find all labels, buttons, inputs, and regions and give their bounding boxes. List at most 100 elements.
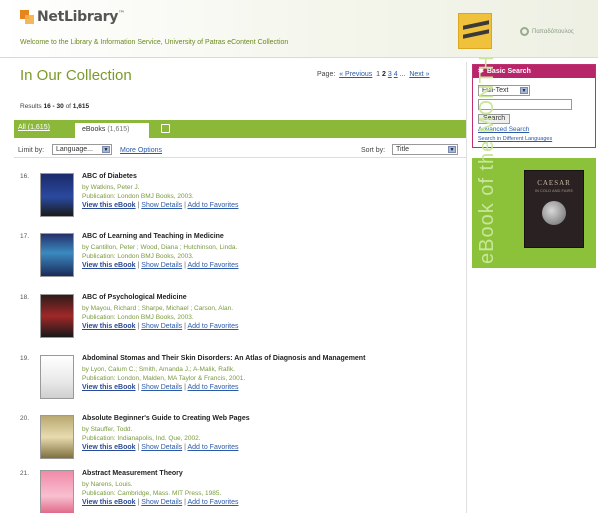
item-publication: Publication: London, Malden, MA Taylor &… — [82, 375, 246, 382]
coin-icon — [542, 201, 566, 225]
site-header: NetLibrary™ Welcome to the Library & Inf… — [0, 0, 598, 58]
netlibrary-logo-icon — [20, 10, 34, 24]
results-total: 1,615 — [72, 103, 90, 110]
separator: | — [137, 444, 140, 451]
pager-page-4[interactable]: 4 — [394, 71, 398, 78]
university-logo-icon — [458, 13, 492, 49]
show-details-link[interactable]: Show Details — [141, 384, 182, 391]
add-to-favorites-link[interactable]: Add to Favorites — [188, 444, 239, 451]
item-number: 19. — [20, 355, 30, 362]
book-cover[interactable] — [40, 294, 74, 338]
pager-next-link[interactable]: Next » — [409, 71, 429, 78]
sort-by-select[interactable]: Title ▼ — [392, 144, 458, 155]
book-cover[interactable] — [40, 470, 74, 513]
view-ebook-link[interactable]: View this eBook — [82, 384, 136, 391]
item-publication: Publication: London BMJ Books, 2003. — [82, 253, 194, 260]
item-number: 18. — [20, 294, 30, 301]
sort-by-label: Sort by: — [361, 147, 386, 154]
item-actions: View this eBook | Show Details | Add to … — [82, 499, 238, 506]
list-item: 21. Abstract Measurement Theory by Naren… — [14, 470, 466, 513]
logo-text: NetLibrary™ — [37, 9, 125, 25]
show-details-link[interactable]: Show Details — [141, 262, 182, 269]
pager-label: Page: — [317, 71, 336, 78]
item-authors: by Watkins, Peter J. — [82, 184, 140, 191]
item-title[interactable]: ABC of Diabetes — [82, 173, 137, 180]
tab-all[interactable]: All (1,615) — [18, 124, 50, 131]
item-actions: View this eBook | Show Details | Add to … — [82, 323, 238, 330]
netlibrary-logo[interactable]: NetLibrary™ — [20, 9, 125, 25]
book-cover[interactable] — [40, 415, 74, 459]
ebook-of-the-month-banner[interactable]: eBook of the MONTH CAESAR IN COLD AND FA… — [472, 54, 596, 268]
separator: | — [184, 323, 186, 330]
pager-page-3[interactable]: 3 — [388, 71, 392, 78]
view-ebook-link[interactable]: View this eBook — [82, 444, 136, 451]
add-to-favorites-link[interactable]: Add to Favorites — [188, 202, 239, 209]
item-authors: by Stauffer, Todd. — [82, 426, 133, 433]
add-to-favorites-link[interactable]: Add to Favorites — [188, 499, 239, 506]
pager-page-1[interactable]: 1 — [376, 71, 380, 78]
ebook-of-the-month-label: eBook of the MONTH — [476, 54, 498, 264]
results-of: of — [65, 103, 71, 110]
item-number: 17. — [20, 233, 30, 240]
main-content: In Our Collection Page: « Previous 1 2 3… — [14, 60, 466, 513]
item-authors: by Narens, Louis. — [82, 481, 133, 488]
separator: | — [184, 262, 186, 269]
filter-bar: Limit by: Language... ▼ More Options Sor… — [14, 142, 466, 158]
item-actions: View this eBook | Show Details | Add to … — [82, 262, 238, 269]
partner-logo: Παπαδόπουλος — [520, 27, 574, 36]
separator: | — [184, 384, 186, 391]
item-authors: by Lyon, Calum C.; Smith, Amanda J.; A-M… — [82, 366, 235, 373]
list-item: 20. Absolute Beginner's Guide to Creatin… — [14, 415, 466, 475]
item-authors: by Cantillon, Peter ; Wood, Diana ; Hutc… — [82, 244, 238, 251]
results-prefix: Results — [20, 103, 42, 110]
show-details-link[interactable]: Show Details — [141, 444, 182, 451]
featured-book-cover[interactable]: CAESAR IN COLD AND FAIRE — [524, 170, 584, 248]
separator: | — [137, 202, 140, 209]
separator: | — [137, 384, 140, 391]
tab-options-icon[interactable] — [161, 124, 170, 133]
add-to-favorites-link[interactable]: Add to Favorites — [188, 384, 239, 391]
item-publication: Publication: London BMJ Books, 2003. — [82, 193, 194, 200]
tab-ebooks[interactable]: eBooks (1,615) — [74, 122, 150, 138]
item-title[interactable]: Absolute Beginner's Guide to Creating We… — [82, 415, 250, 422]
item-publication: Publication: Indianapolis, Ind. Que, 200… — [82, 435, 201, 442]
pager-ellipsis: ... — [399, 71, 406, 78]
separator: | — [184, 499, 186, 506]
item-publication: Publication: Cambridge, Mass. MIT Press,… — [82, 490, 222, 497]
results-range: 16 - 30 — [43, 103, 64, 110]
more-options-link[interactable]: More Options — [120, 147, 162, 154]
view-ebook-link[interactable]: View this eBook — [82, 262, 136, 269]
featured-book-subtitle: IN COLD AND FAIRE — [534, 188, 574, 193]
item-title[interactable]: Abdominal Stomas and Their Skin Disorder… — [82, 355, 365, 362]
item-actions: View this eBook | Show Details | Add to … — [82, 384, 238, 391]
welcome-message: Welcome to the Library & Information Ser… — [20, 39, 289, 46]
item-number: 21. — [20, 470, 30, 477]
view-ebook-link[interactable]: View this eBook — [82, 323, 136, 330]
item-number: 16. — [20, 173, 30, 180]
item-title[interactable]: Abstract Measurement Theory — [82, 470, 183, 477]
item-title[interactable]: ABC of Psychological Medicine — [82, 294, 187, 301]
book-cover[interactable] — [40, 173, 74, 217]
list-item: 18. ABC of Psychological Medicine by May… — [14, 294, 466, 354]
add-to-favorites-link[interactable]: Add to Favorites — [188, 262, 239, 269]
pager-page-current: 2 — [382, 71, 386, 78]
list-item: 17. ABC of Learning and Teaching in Medi… — [14, 233, 466, 293]
item-actions: View this eBook | Show Details | Add to … — [82, 444, 238, 451]
results-summary: Results 16 - 30 of 1,615 — [20, 103, 89, 110]
pager-previous-link[interactable]: « Previous — [339, 71, 372, 78]
book-cover[interactable] — [40, 355, 74, 399]
show-details-link[interactable]: Show Details — [141, 323, 182, 330]
featured-book-title: CAESAR — [537, 179, 571, 187]
add-to-favorites-link[interactable]: Add to Favorites — [188, 323, 239, 330]
show-details-link[interactable]: Show Details — [141, 499, 182, 506]
list-item: 19. Abdominal Stomas and Their Skin Diso… — [14, 355, 466, 415]
column-divider — [466, 62, 467, 513]
limit-by-select[interactable]: Language... ▼ — [52, 144, 112, 155]
view-ebook-link[interactable]: View this eBook — [82, 202, 136, 209]
view-ebook-link[interactable]: View this eBook — [82, 499, 136, 506]
book-cover[interactable] — [40, 233, 74, 277]
page-title: In Our Collection — [20, 67, 132, 84]
show-details-link[interactable]: Show Details — [141, 202, 182, 209]
item-title[interactable]: ABC of Learning and Teaching in Medicine — [82, 233, 224, 240]
pagination: Page: « Previous 1 2 3 4 ... Next » — [317, 71, 430, 78]
